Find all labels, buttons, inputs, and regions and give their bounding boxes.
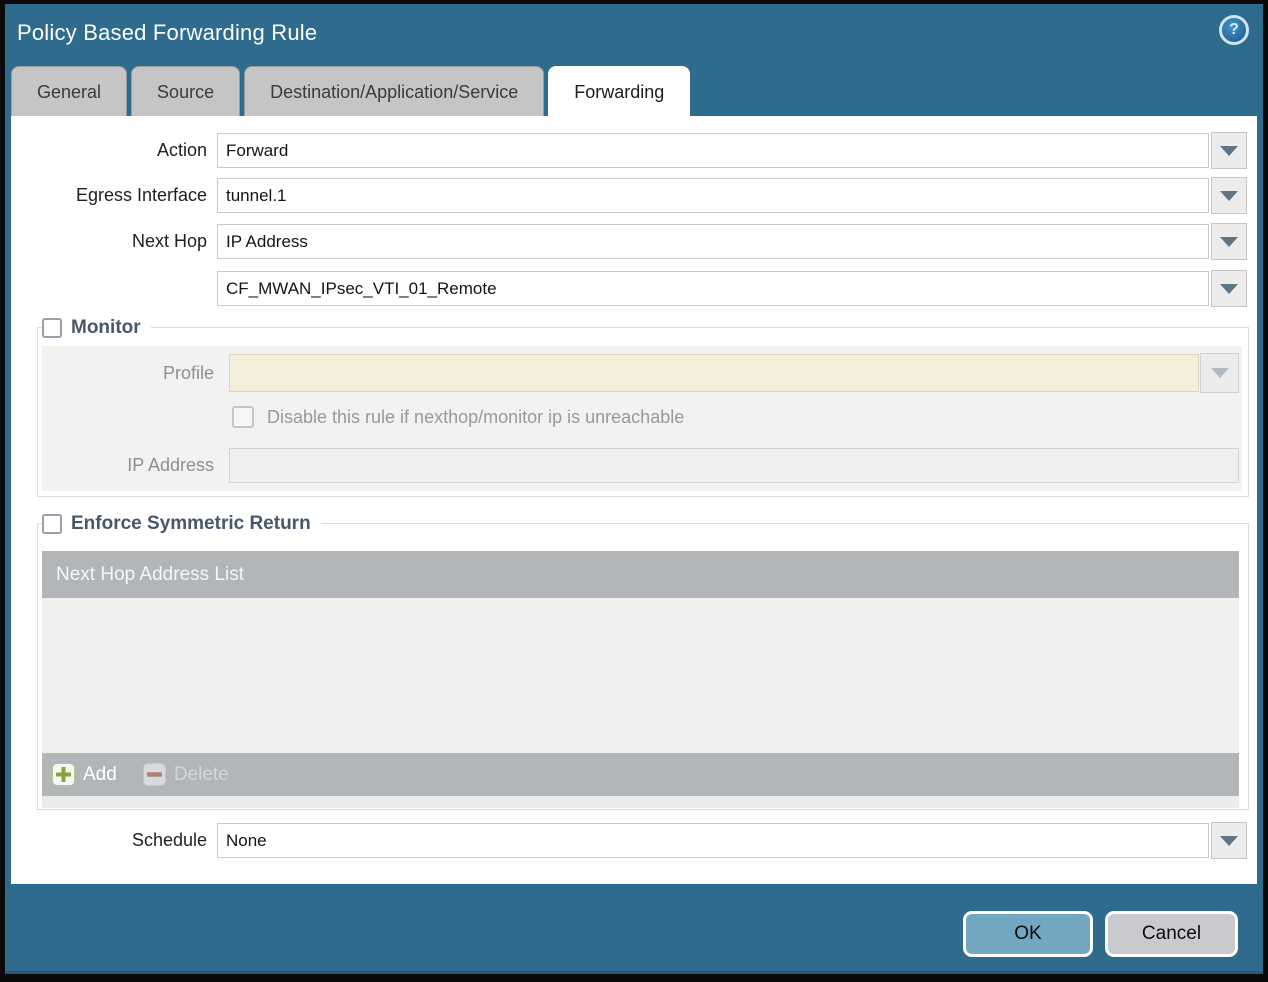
tab-general[interactable]: General	[11, 66, 128, 116]
tab-forwarding[interactable]: Forwarding	[548, 66, 691, 120]
monitor-panel: Profile Disable this rule if nexthop/mon…	[42, 346, 1242, 491]
schedule-combobox[interactable]	[217, 823, 1209, 858]
tab-source[interactable]: Source	[131, 66, 241, 116]
disable-rule-label: Disable this rule if nexthop/monitor ip …	[267, 406, 685, 427]
page-title: Policy Based Forwarding Rule	[17, 20, 318, 45]
monitor-legend: Monitor	[42, 317, 151, 339]
chevron-down-icon	[1220, 835, 1238, 846]
symmetric-return-group: Enforce Symmetric Return Next Hop Addres…	[37, 513, 1249, 810]
profile-dropdown-button	[1200, 353, 1239, 393]
disable-rule-row: Disable this rule if nexthop/monitor ip …	[232, 406, 684, 428]
delete-button-label: Delete	[173, 763, 229, 785]
help-icon[interactable]: ?	[1219, 15, 1249, 45]
pbf-rule-dialog: Policy Based Forwarding Rule ? General S…	[5, 4, 1263, 974]
table-bottom-strip	[42, 796, 1239, 808]
next-hop-address-table: Next Hop Address List Add Delete	[42, 551, 1239, 808]
monitor-group: Monitor Profile Disable this rule if nex…	[37, 317, 1249, 497]
chevron-down-icon	[1220, 145, 1238, 156]
minus-icon	[142, 763, 166, 786]
monitor-ip-address-label: IP Address	[127, 455, 214, 475]
forwarding-tab-panel: Action Egress Interface Next Hop	[11, 116, 1257, 884]
chevron-down-icon	[1220, 190, 1238, 201]
dialog-titlebar: Policy Based Forwarding Rule ?	[5, 4, 1263, 62]
schedule-label: Schedule	[131, 830, 207, 850]
tab-destination-application-service[interactable]: Destination/Application/Service	[244, 66, 545, 116]
next-hop-type-dropdown-button[interactable]	[1211, 223, 1247, 260]
profile-label: Profile	[162, 363, 214, 383]
next-hop-address-dropdown-button[interactable]	[1211, 270, 1247, 307]
symmetric-return-checkbox[interactable]	[42, 514, 62, 534]
next-hop-label: Next Hop	[131, 231, 207, 251]
monitor-checkbox[interactable]	[42, 318, 62, 338]
symmetric-return-legend: Enforce Symmetric Return	[42, 513, 321, 535]
monitor-ip-address-input	[229, 448, 1239, 483]
disable-rule-checkbox	[232, 406, 254, 428]
symmetric-return-legend-label: Enforce Symmetric Return	[71, 513, 311, 534]
action-label: Action	[156, 140, 207, 160]
schedule-dropdown-button[interactable]	[1211, 822, 1247, 859]
add-button-label: Add	[83, 763, 117, 785]
monitor-legend-label: Monitor	[71, 317, 141, 338]
next-hop-address-table-header: Next Hop Address List	[42, 551, 1239, 598]
action-combobox[interactable]	[217, 133, 1209, 168]
plus-icon	[52, 763, 75, 786]
chevron-down-icon	[1210, 368, 1229, 378]
chevron-down-icon	[1220, 236, 1238, 247]
egress-interface-dropdown-button[interactable]	[1211, 177, 1247, 214]
egress-interface-combobox[interactable]	[217, 178, 1209, 213]
profile-combobox	[229, 354, 1199, 392]
tab-bar: General Source Destination/Application/S…	[11, 66, 691, 120]
action-dropdown-button[interactable]	[1211, 132, 1247, 169]
add-button[interactable]: Add	[52, 763, 117, 786]
next-hop-type-combobox[interactable]	[217, 224, 1209, 259]
screenshot-root: Policy Based Forwarding Rule ? General S…	[0, 0, 1268, 982]
ok-button[interactable]: OK	[963, 911, 1093, 957]
egress-interface-label: Egress Interface	[75, 185, 207, 205]
next-hop-address-table-footer: Add Delete	[42, 753, 1239, 796]
chevron-down-icon	[1220, 283, 1238, 294]
delete-button: Delete	[142, 763, 229, 786]
next-hop-address-table-body	[42, 598, 1239, 753]
help-glyph: ?	[1229, 21, 1239, 38]
cancel-button[interactable]: Cancel	[1105, 911, 1238, 957]
next-hop-address-combobox[interactable]	[217, 271, 1209, 306]
